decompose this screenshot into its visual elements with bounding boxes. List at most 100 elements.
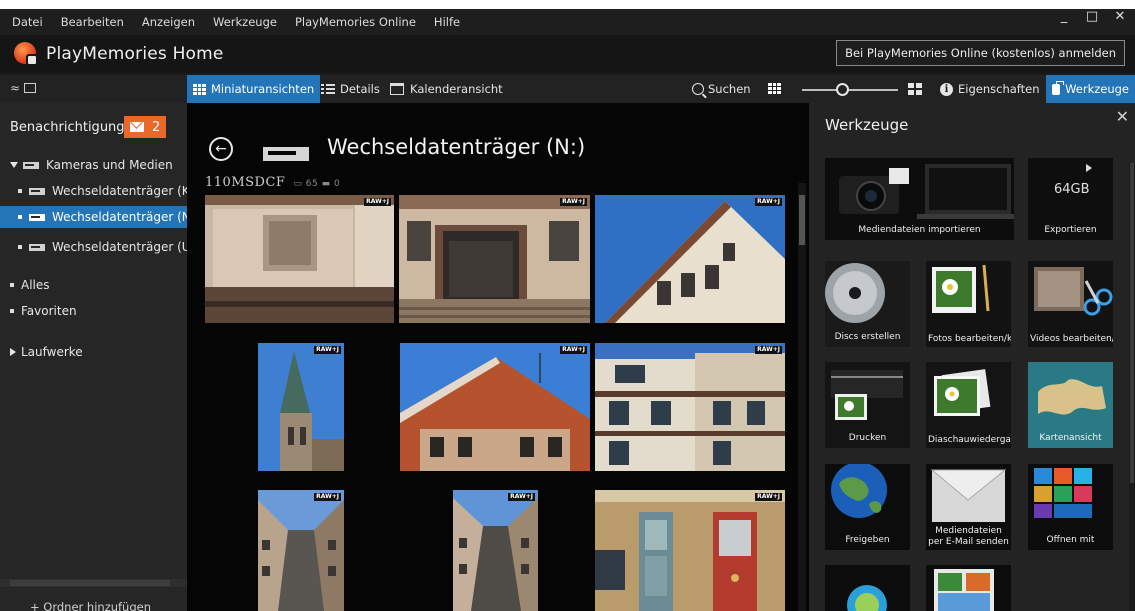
tools-button[interactable]: Werkzeuge [1046,75,1135,103]
notifications-badge[interactable]: 2 [124,116,167,138]
photo-thumbnail[interactable]: RAW+J [399,195,590,323]
maximize-button[interactable]: □ [1085,9,1099,24]
list-icon [321,83,335,95]
tile-label: Kartenansicht [1039,433,1102,443]
tool-slideshow[interactable]: Diaschauwiedergabe [926,362,1011,448]
zoom-slider-handle[interactable] [835,83,849,96]
menu-datei[interactable]: Datei [0,15,52,29]
sidebar-drive-n[interactable]: Wechseldatenträger (N [0,206,187,228]
window-controls: _ □ ✕ [1057,9,1127,24]
small-thumbnail-icon[interactable] [768,83,782,95]
sidebar-section-cameras[interactable]: Kameras und Medien [0,154,187,176]
menu-anzeigen[interactable]: Anzeigen [133,15,204,29]
sidebar-drive-label: Wechseldatenträger (U [52,240,187,254]
tool-print[interactable]: Drucken [825,362,910,448]
photo-thumbnail[interactable]: RAW+J [400,343,590,471]
bullet-icon [18,245,22,249]
large-thumbnail-icon[interactable] [908,83,922,95]
tool-edit-videos[interactable]: Videos bearbeiten/kon... [1028,261,1113,347]
toolbox-icon [1052,80,1065,95]
calendar-view-button[interactable]: Kalenderansicht [384,75,509,103]
monitor-icon [24,83,37,93]
menu-hilfe[interactable]: Hilfe [425,15,469,29]
back-button[interactable]: ← [209,137,233,161]
top-strip [0,0,1135,9]
details-view-button[interactable]: Details [315,75,386,103]
menu-playmemories-online[interactable]: PlayMemories Online [286,15,425,29]
folder-label: 110MSDCF ▭ 65 ▬ 0 [205,175,340,189]
double-chevron-up-icon: ≈ [10,81,21,95]
sidebar-item-label: Alles [21,278,50,292]
photo-thumbnail[interactable]: RAW+J [258,343,344,471]
minimize-button[interactable]: _ [1057,9,1071,24]
notifications-count: 2 [152,119,161,135]
raw-badge: RAW+J [755,346,782,354]
sidebar-item-label: Favoriten [21,304,77,318]
tool-create-discs[interactable]: Discs erstellen [825,261,910,347]
properties-button[interactable]: i Eigenschaften [934,75,1046,103]
close-button[interactable]: ✕ [1113,9,1127,24]
photo-thumbnail[interactable]: RAW+J [595,490,785,611]
close-panel-button[interactable]: ✕ [1116,107,1129,126]
drive-icon [263,147,309,161]
sidebar-item-favorites[interactable]: Favoriten [0,300,187,322]
notifications-label: Benachrichtigungen [10,119,124,135]
sidebar-item-all[interactable]: Alles [0,274,187,296]
notifications-row[interactable]: Benachrichtigungen 2 [0,113,187,141]
photo-thumbnail[interactable]: RAW+J [595,343,785,471]
tool-partial-collage[interactable] [926,565,1011,611]
photo-thumbnail[interactable]: RAW+J [258,490,344,611]
sidebar-item-drives[interactable]: Laufwerke [0,341,187,363]
sidebar-item-label: Laufwerke [21,345,83,359]
toolbar: ≈ Miniaturansichten Details Kalenderansi… [0,75,1135,103]
photo-thumbnail[interactable]: RAW+J [595,195,785,323]
raw-badge: RAW+J [314,346,341,354]
collage-icon [926,565,1011,611]
orb-icon [825,565,910,611]
tool-open-with[interactable]: Öffnen mit [1028,464,1113,550]
photo-thumbnail[interactable]: RAW+J [205,195,394,323]
menu-werkzeuge[interactable]: Werkzeuge [204,15,286,29]
sidebar-drive-k[interactable]: Wechseldatenträger (K [0,180,187,202]
tools-panel-scrollbar[interactable] [1129,163,1135,611]
add-folder-button[interactable]: + Ordner hinzufügen [30,600,151,611]
bullet-icon [10,283,14,287]
tool-partial-orb[interactable] [825,565,910,611]
tool-export[interactable]: 64GB Exportieren [1028,158,1113,240]
drive-icon [29,187,45,195]
raw-badge: RAW+J [508,493,535,501]
tile-label: Drucken [848,433,887,443]
thumbnails-view-button[interactable]: Miniaturansichten [187,75,321,103]
mail-icon [130,122,144,132]
properties-label: Eigenschaften [958,82,1040,96]
tool-import-media[interactable]: Mediendateien importieren [825,158,1014,240]
search-button[interactable]: Suchen [686,75,757,103]
tool-map-view[interactable]: Kartenansicht [1028,362,1113,448]
drive-icon [29,243,45,251]
tool-email-media[interactable]: Mediendateien per E-Mail senden [926,464,1011,550]
info-icon: i [940,82,953,96]
tool-edit-photos[interactable]: Fotos bearbeiten/kon... [926,261,1011,347]
bullet-icon [10,309,14,313]
signin-button[interactable]: Bei PlayMemories Online (kostenlos) anme… [836,40,1125,66]
tile-label: Mediendateien importieren [858,225,981,235]
sidebar-drive-u[interactable]: Wechseldatenträger (U [0,236,187,258]
menu-bearbeiten[interactable]: Bearbeiten [52,15,133,29]
tools-label: Werkzeuge [1065,82,1129,96]
raw-badge: RAW+J [560,346,587,354]
main-vertical-scrollbar[interactable] [798,183,806,611]
page-title: Wechseldatenträger (N:) [327,135,586,159]
tool-share[interactable]: Freigeben [825,464,910,550]
tile-label: Discs erstellen [834,332,901,342]
tools-panel: Werkzeuge ✕ Mediendateien importieren 64… [809,103,1135,611]
collapse-toggle[interactable]: ≈ [10,81,37,95]
app-logo-icon [14,42,38,66]
photo-thumbnail[interactable]: RAW+J [453,490,538,611]
search-label: Suchen [708,82,751,96]
drive-icon [23,161,39,169]
main-content: ← Wechseldatenträger (N:) 110MSDCF ▭ 65 ▬… [187,103,809,611]
tile-label: Freigeben [845,535,890,545]
zoom-slider[interactable] [802,89,898,91]
tile-label: Öffnen mit [1046,535,1095,545]
sidebar-horizontal-scrollbar[interactable] [0,579,187,587]
